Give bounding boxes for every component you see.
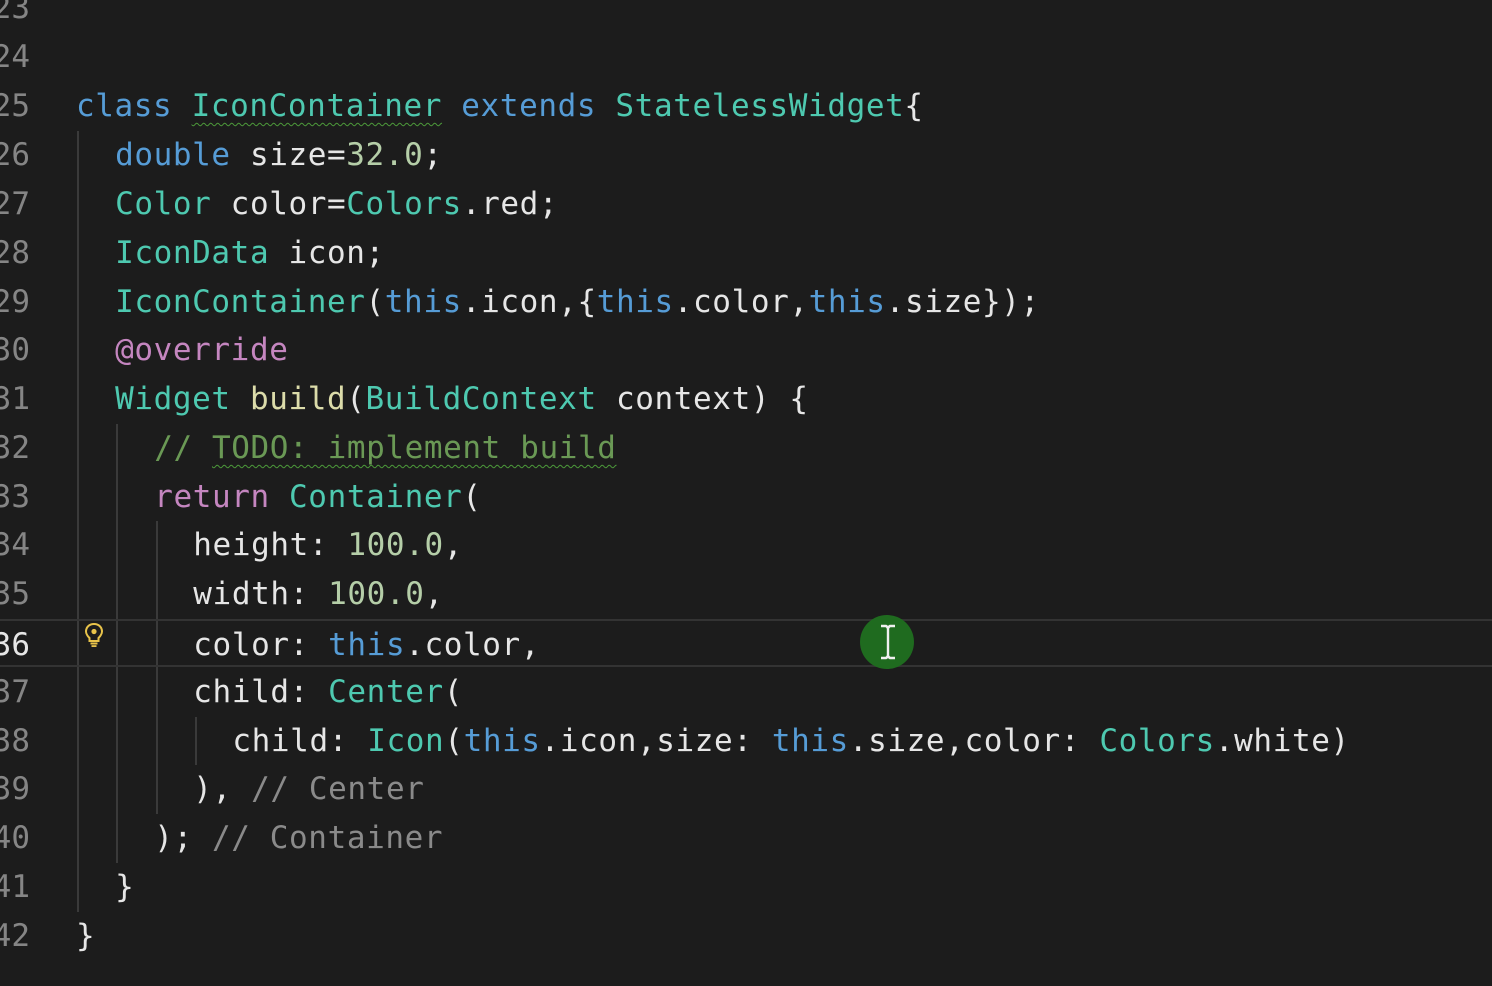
line-number: 38 — [0, 723, 30, 759]
code-text[interactable]: Widget build(BuildContext context) { — [115, 375, 809, 423]
line-number: 27 — [0, 186, 30, 222]
code-line[interactable]: 24 — [0, 33, 1492, 81]
line-number: 29 — [0, 284, 30, 320]
code-text[interactable]: width: 100.0, — [193, 570, 443, 618]
code-line[interactable]: 29 IconContainer(this.icon,{this.color,th… — [0, 278, 1492, 326]
code-line[interactable]: 27 Color color=Colors.red; — [0, 180, 1492, 228]
line-number: 34 — [0, 527, 30, 563]
code-text[interactable]: double size=32.0; — [115, 131, 443, 179]
code-line[interactable]: 36 color: this.color, — [0, 619, 1492, 667]
line-number: 28 — [0, 235, 30, 271]
code-text[interactable]: child: Icon(this.icon,size: this.size,co… — [232, 717, 1349, 765]
line-number: 32 — [0, 430, 30, 466]
line-number: 39 — [0, 771, 30, 807]
code-editor[interactable]: 23 24 25 class IconContainer extends Statel… — [0, 0, 1492, 986]
code-line[interactable]: 32 // TODO: implement build — [0, 424, 1492, 472]
code-text[interactable]: class IconContainer extends StatelessWid… — [76, 82, 924, 130]
code-line[interactable]: 35 width: 100.0, — [0, 570, 1492, 618]
lightbulb-icon[interactable] — [84, 620, 104, 647]
code-line[interactable]: 33 return Container( — [0, 473, 1492, 521]
line-number: 40 — [0, 820, 30, 856]
code-line[interactable]: 42} — [0, 912, 1492, 960]
line-number: 37 — [0, 674, 30, 710]
line-number: 23 — [0, 0, 30, 26]
code-line[interactable]: 25 class IconContainer extends StatelessW… — [0, 82, 1492, 130]
line-number: 41 — [0, 869, 30, 905]
code-text[interactable]: @override — [115, 326, 288, 374]
code-text[interactable]: color: this.color, — [193, 621, 540, 669]
code-text[interactable]: Color color=Colors.red; — [115, 180, 558, 228]
code-line[interactable]: 31 Widget build(BuildContext context) { — [0, 375, 1492, 423]
code-line[interactable]: 37 child: Center( — [0, 668, 1492, 716]
code-line[interactable]: 41} — [0, 863, 1492, 911]
code-text[interactable]: } — [76, 912, 95, 960]
code-text[interactable]: ); // Container — [154, 814, 443, 862]
code-line[interactable]: 39 ), // Center — [0, 765, 1492, 813]
code-line[interactable]: 38 child: Icon(this.icon,size: this.size,… — [0, 717, 1492, 765]
code-line[interactable]: 23 — [0, 0, 1492, 32]
line-number: 42 — [0, 918, 30, 954]
code-text[interactable]: ), // Center — [193, 765, 424, 813]
line-number: 24 — [0, 39, 30, 75]
line-number: 30 — [0, 332, 30, 368]
code-line[interactable]: 34 height: 100.0, — [0, 521, 1492, 569]
code-line[interactable]: 30 @override — [0, 326, 1492, 374]
code-text[interactable]: // TODO: implement build — [154, 424, 616, 472]
line-number: 36 — [0, 627, 30, 663]
code-text[interactable]: return Container( — [154, 473, 482, 521]
line-number: 35 — [0, 576, 30, 612]
code-text[interactable]: height: 100.0, — [193, 521, 463, 569]
code-text[interactable]: IconData icon; — [115, 229, 385, 277]
line-number: 25 — [0, 88, 30, 124]
code-text[interactable]: } — [115, 863, 134, 911]
code-line[interactable]: 40 ); // Container — [0, 814, 1492, 862]
line-number: 31 — [0, 381, 30, 417]
code-line[interactable]: 28 IconData icon; — [0, 229, 1492, 277]
line-number: 26 — [0, 137, 30, 173]
line-number: 33 — [0, 479, 30, 515]
code-line[interactable]: 26 double size=32.0; — [0, 131, 1492, 179]
code-text[interactable]: child: Center( — [193, 668, 463, 716]
code-text[interactable]: IconContainer(this.icon,{this.color,this… — [115, 278, 1040, 326]
text-cursor-icon — [878, 624, 898, 660]
